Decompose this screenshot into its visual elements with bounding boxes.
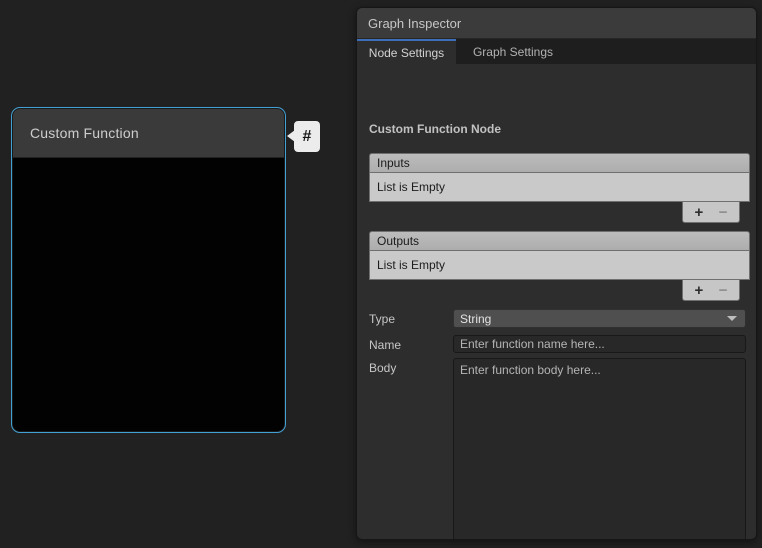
hash-badge-icon[interactable]: # [294,121,320,152]
name-row: Name [369,335,746,353]
outputs-list-header: Outputs [369,231,750,251]
node-title-bar[interactable]: Custom Function [13,109,284,158]
tab-bar: Node Settings Graph Settings [357,39,756,64]
tab-graph-settings[interactable]: Graph Settings [456,39,570,64]
tab-node-settings[interactable]: Node Settings [357,39,456,64]
graph-canvas[interactable]: Custom Function # Graph Inspector Node S… [0,0,762,548]
graph-inspector-panel: Graph Inspector Node Settings Graph Sett… [356,7,757,540]
inputs-remove-button[interactable]: − [715,205,732,220]
type-row: Type String [369,309,746,328]
inputs-list-empty-row: List is Empty [369,173,750,202]
type-dropdown-value: String [460,312,491,326]
custom-function-node[interactable]: Custom Function [12,108,285,432]
type-label: Type [369,309,453,328]
outputs-list-footer-box: + − [682,280,740,301]
body-label: Body [369,358,453,540]
panel-title: Graph Inspector [368,16,461,31]
panel-header[interactable]: Graph Inspector [357,8,756,39]
inputs-list-footer: + − [369,202,750,223]
inputs-list-header: Inputs [369,153,750,173]
outputs-add-button[interactable]: + [690,283,707,298]
outputs-remove-button[interactable]: − [715,283,732,298]
body-row: Body [369,358,746,540]
type-dropdown[interactable]: String [453,309,746,328]
panel-content: Custom Function Node Inputs List is Empt… [357,64,756,540]
inputs-list: Inputs List is Empty + − [369,153,750,223]
function-name-input[interactable] [453,335,746,353]
outputs-list-empty-row: List is Empty [369,251,750,280]
node-preview-area [13,158,284,431]
inputs-add-button[interactable]: + [690,205,707,220]
dropdown-arrow-icon [727,316,737,321]
node-title: Custom Function [30,125,139,141]
function-body-textarea[interactable] [453,358,746,540]
section-title: Custom Function Node [369,122,501,136]
outputs-list-footer: + − [369,280,750,301]
outputs-list: Outputs List is Empty + − [369,231,750,301]
name-label: Name [369,335,453,353]
inputs-list-footer-box: + − [682,202,740,223]
